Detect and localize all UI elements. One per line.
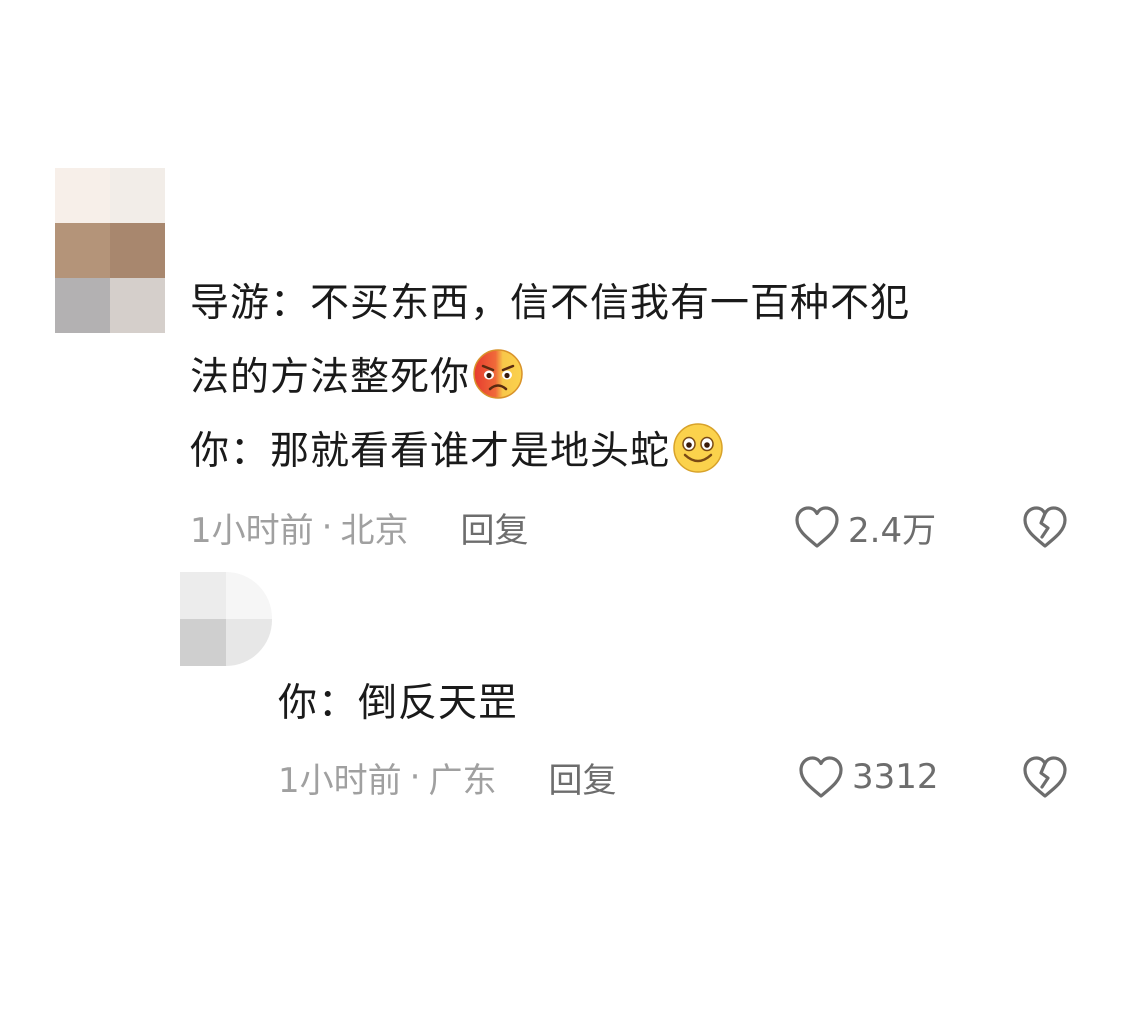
reply-meta: 1小时前 · 广东 回复 [278, 752, 616, 802]
heart-outline-icon [799, 756, 843, 798]
comment-line-with-emoji: 你：那就看看谁才是地头蛇 [190, 415, 1070, 489]
avatar[interactable] [55, 168, 165, 333]
reply-comment-text: 你：倒反天罡 [278, 667, 1038, 741]
like-count: 2.4万 [848, 510, 937, 551]
avatar-mosaic-tile [180, 619, 226, 666]
avatar-mosaic-tile [110, 223, 165, 278]
avatar-mosaic-tile [110, 278, 165, 333]
reply-button[interactable]: 回复 [460, 503, 528, 552]
reply-avatar[interactable] [180, 572, 272, 666]
heart-outline-icon [795, 506, 839, 548]
avatar-mosaic-tile [55, 168, 110, 223]
reply-time: 1小时前 [278, 760, 402, 801]
broken-heart-icon[interactable] [1020, 504, 1070, 550]
avatar-mosaic-tile [55, 278, 110, 333]
main-comment-text: 导游：不买东西，信不信我有一百种不犯 法的方法整死你 你：那就看看谁才是地头蛇 [190, 267, 1070, 489]
avatar-mosaic-tile [55, 223, 110, 278]
comment-time: 1小时前 [190, 510, 314, 551]
avatar-mosaic-tile [110, 168, 165, 223]
smiling-face-icon [673, 423, 723, 473]
comment-line-with-emoji: 法的方法整死你 [190, 341, 1070, 415]
avatar-mosaic-tile [226, 619, 272, 666]
reply-line: 你：倒反天罡 [278, 681, 519, 726]
comment-thread: 导游：不买东西，信不信我有一百种不犯 法的方法整死你 你：那就看看谁才是地头蛇 … [0, 0, 1125, 1015]
meta-separator: · [321, 507, 333, 547]
like-count: 3312 [852, 757, 939, 797]
broken-heart-icon[interactable] [1020, 754, 1070, 800]
reply-button[interactable]: 回复 [548, 753, 616, 802]
like-button[interactable]: 3312 [796, 752, 939, 802]
comment-meta: 1小时前 · 北京 回复 [190, 502, 528, 552]
avatar-mosaic-tile [180, 572, 226, 619]
angry-sad-face-icon [473, 349, 523, 399]
reply-location: 广东 [428, 760, 497, 801]
comment-line: 导游：不买东西，信不信我有一百种不犯 [190, 281, 911, 326]
meta-separator: · [409, 757, 421, 797]
comment-location: 北京 [340, 510, 409, 551]
avatar-mosaic-tile [226, 572, 272, 619]
like-button[interactable]: 2.4万 [792, 502, 936, 552]
comment-line-text: 你：那就看看谁才是地头蛇 [190, 429, 671, 474]
comment-line-text: 法的方法整死你 [190, 355, 471, 400]
